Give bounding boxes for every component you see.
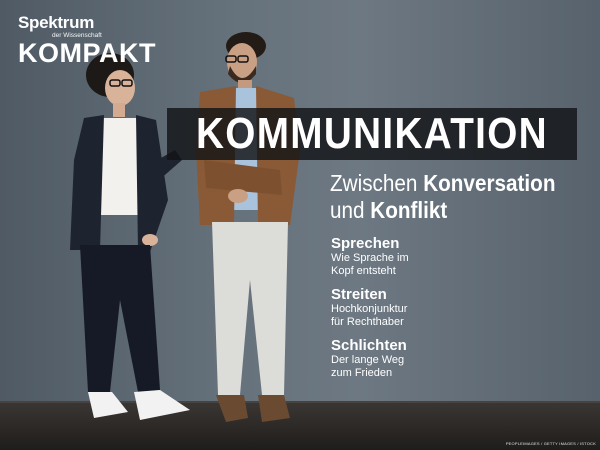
section-heading: Streiten <box>331 286 387 303</box>
man-figure <box>196 32 300 422</box>
brand-series: KOMPAKT <box>18 38 156 68</box>
magazine-cover: Spektrum der Wissenschaft KOMPAKT KOMMUN… <box>0 0 600 450</box>
section-sprechen: Sprechen Wie Sprache im Kopf entsteht <box>331 235 531 278</box>
section-description-line: für Rechthaber <box>331 316 404 328</box>
subtitle-bold-2: Konflikt <box>370 197 448 223</box>
section-description: Wie Sprache im Kopf entsteht <box>331 252 441 278</box>
section-description: Der lange Weg zum Frieden <box>331 354 441 380</box>
photo-credit: PEOPLEIMAGES / GETTY IMAGES / ISTOCK <box>505 441 596 446</box>
brand-logo: Spektrum der Wissenschaft KOMPAKT <box>18 13 156 68</box>
section-description-line: zum Frieden <box>331 367 393 379</box>
section-schlichten: Schlichten Der lange Weg zum Frieden <box>331 337 531 380</box>
subtitle-text-1: Zwischen <box>330 170 424 196</box>
section-heading: Schlichten <box>331 337 407 354</box>
section-description-line: Der lange Weg <box>331 354 405 366</box>
brand-tagline: der Wissenschaft <box>52 32 102 39</box>
section-description-line: Wie Sprache im <box>331 252 409 264</box>
cover-title: KOMMUNIKATION <box>196 109 548 158</box>
section-description-line: Hochkonjunktur <box>331 303 408 315</box>
cover-title-box: KOMMUNIKATION <box>167 108 577 160</box>
subtitle-bold-1: Konversation <box>423 170 556 196</box>
section-heading: Sprechen <box>331 235 400 252</box>
subtitle-text-2: und <box>330 197 371 223</box>
brand-name: Spektrum <box>18 13 95 32</box>
cover-subtitle: Zwischen Konversation und Konflikt <box>330 170 555 224</box>
section-streiten: Streiten Hochkonjunktur für Rechthaber <box>331 286 531 329</box>
section-description-line: Kopf entsteht <box>331 265 396 277</box>
section-description: Hochkonjunktur für Rechthaber <box>331 303 441 329</box>
cover-sections: Sprechen Wie Sprache im Kopf entsteht St… <box>331 235 531 388</box>
